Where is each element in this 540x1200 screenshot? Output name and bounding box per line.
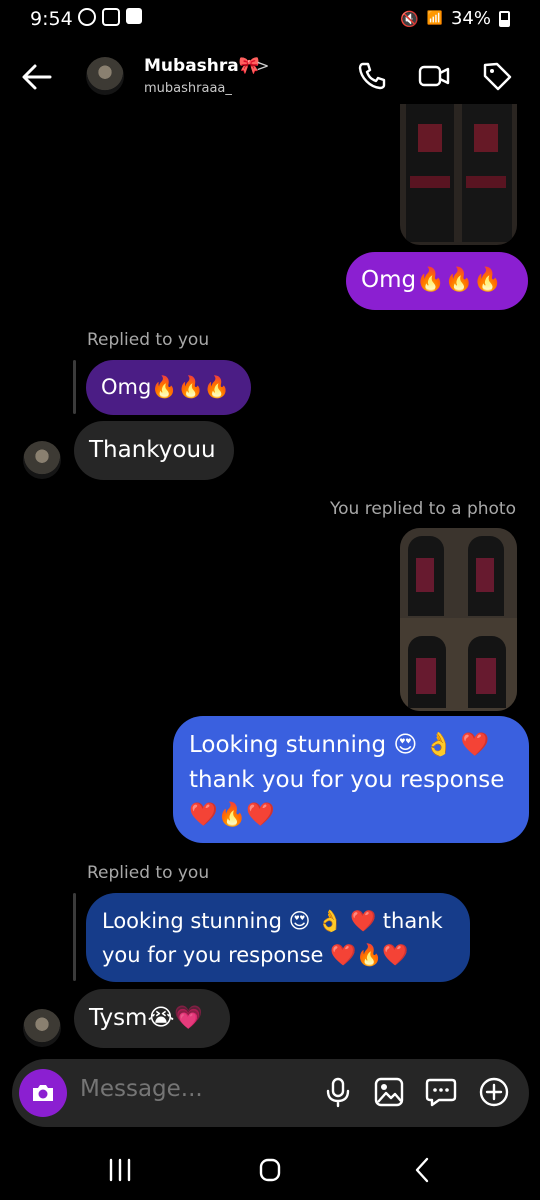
message-input[interactable]: [80, 1076, 310, 1102]
mute-icon: 🔇: [400, 9, 419, 28]
message-line: Looking stunning 😍 👌 ❤️: [189, 732, 490, 758]
sent-message-omg[interactable]: Omg🔥🔥🔥: [346, 252, 528, 310]
gallery-icon[interactable]: [373, 1076, 405, 1108]
reply-quote-bar: [73, 360, 76, 414]
received-message-tysm[interactable]: Tysm😭💗: [74, 989, 230, 1048]
battery-icon: [499, 10, 510, 27]
camera-icon: [33, 1085, 53, 1101]
quoted-message-stunning[interactable]: Looking stunning 😍 👌 ❤️ thank you for yo…: [86, 893, 470, 982]
sticker-chat-icon[interactable]: [425, 1076, 457, 1108]
status-time: 9:54: [30, 8, 73, 30]
message-line: Looking stunning 😍 👌 ❤️ thank: [102, 909, 443, 933]
message-line: thank you for you response: [189, 767, 505, 793]
add-plus-icon[interactable]: [478, 1076, 510, 1108]
battery-level: 34%: [450, 8, 491, 29]
check-notification-icon: [126, 8, 142, 24]
whatsapp-icon: [78, 8, 96, 26]
camera-button[interactable]: [19, 1069, 67, 1117]
message-line: you for you response ❤️🔥❤️: [102, 943, 409, 967]
contact-username[interactable]: mubashraaa_: [144, 81, 232, 96]
contact-avatar[interactable]: [86, 57, 124, 95]
sent-message-stunning[interactable]: Looking stunning 😍 👌 ❤️ thank you for yo…: [173, 716, 529, 843]
tag-icon[interactable]: [481, 60, 513, 92]
contact-name[interactable]: Mubashra🎀: [144, 56, 260, 76]
recent-apps-icon[interactable]: [102, 1152, 138, 1188]
replied-label: Replied to you: [87, 330, 210, 350]
received-message-thanks[interactable]: Thankyouu: [74, 421, 234, 480]
instagram-icon: [102, 8, 120, 26]
replied-label: Replied to you: [87, 863, 210, 883]
replied-photo[interactable]: [400, 528, 517, 711]
back-arrow-icon[interactable]: [20, 60, 54, 94]
photo-reply-label: You replied to a photo: [330, 499, 516, 519]
status-right: 🔇 📶 34%: [400, 8, 510, 29]
sender-avatar[interactable]: [23, 1009, 61, 1047]
sender-avatar[interactable]: [23, 441, 61, 479]
video-call-icon[interactable]: [418, 60, 450, 92]
microphone-icon[interactable]: [322, 1076, 354, 1108]
chevron-right-icon[interactable]: >: [256, 56, 269, 75]
nav-back-icon[interactable]: [405, 1152, 441, 1188]
reply-quote-bar: [73, 893, 76, 981]
status-notification-icons: [78, 8, 142, 26]
home-icon[interactable]: [252, 1152, 288, 1188]
message-line: ❤️🔥❤️: [189, 802, 275, 828]
shared-photo-top[interactable]: [400, 104, 517, 245]
phone-call-icon[interactable]: [356, 60, 388, 92]
quoted-message-omg[interactable]: Omg🔥🔥🔥: [86, 360, 251, 415]
wifi-icon: 📶: [426, 11, 443, 26]
